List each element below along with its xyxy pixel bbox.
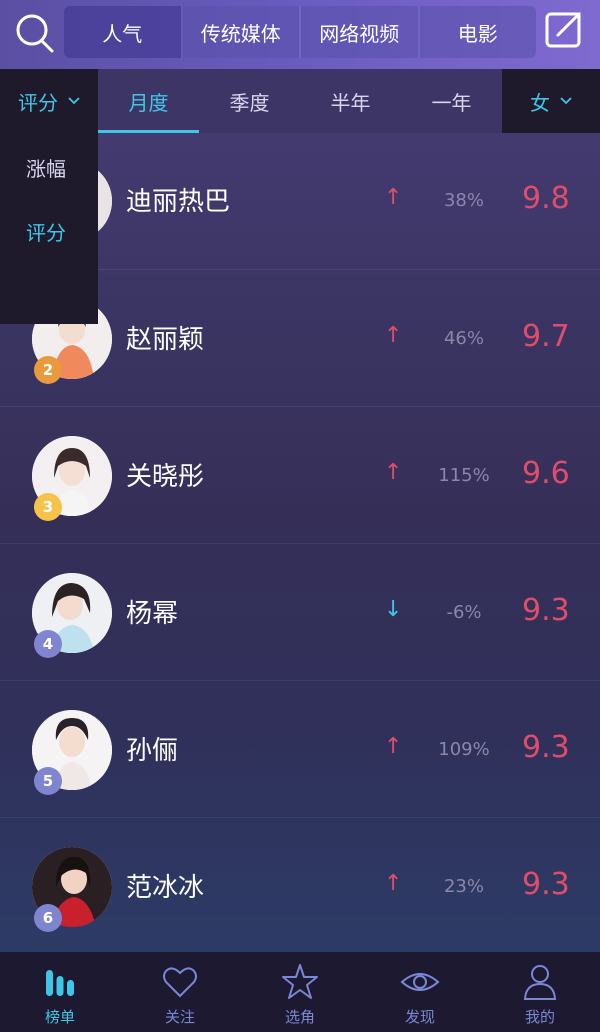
ranking-row[interactable]: 5 孙俪 ↑ 109% 9.3 — [0, 681, 600, 818]
celebrity-name: 范冰冰 — [126, 873, 205, 903]
nav-follow[interactable]: 关注 — [120, 952, 240, 1032]
ranking-row[interactable]: 6 范冰冰 ↑ 23% 9.3 — [0, 818, 600, 955]
sort-option-increase[interactable]: 涨幅 — [26, 153, 66, 182]
change-percent: 109% — [438, 739, 490, 760]
tab-movies[interactable]: 电影 — [419, 6, 536, 58]
bottom-nav: 榜单 关注 选角 发现 我的 — [0, 952, 600, 1032]
tab-quarterly[interactable]: 季度 — [199, 69, 300, 133]
trend-up-icon: ↑ — [384, 871, 403, 896]
score: 9.3 — [522, 867, 570, 902]
trend-up-icon: ↑ — [384, 185, 403, 210]
rank-medal: 5 — [34, 767, 62, 795]
sort-option-score[interactable]: 评分 — [26, 217, 66, 246]
change-percent: 46% — [443, 328, 484, 349]
rank-medal: 2 — [34, 356, 62, 384]
trend-down-icon: ↓ — [384, 597, 403, 622]
tab-half-year[interactable]: 半年 — [300, 69, 401, 133]
star-icon — [282, 964, 318, 999]
nav-label: 选角 — [284, 1008, 315, 1026]
nav-casting[interactable]: 选角 — [240, 952, 360, 1032]
celebrity-name: 杨幂 — [126, 599, 179, 629]
tab-online-video[interactable]: 网络视频 — [301, 6, 420, 58]
celebrity-name: 迪丽热巴 — [126, 187, 231, 217]
filter-bar: 评分 月度 季度 半年 一年 女 — [0, 69, 600, 133]
period-tabs: 月度 季度 半年 一年 — [98, 69, 502, 133]
nav-label: 榜单 — [44, 1008, 75, 1026]
nav-discover[interactable]: 发现 — [360, 952, 480, 1032]
share-external-icon — [545, 12, 581, 48]
nav-label: 关注 — [164, 1008, 195, 1026]
rank-medal: 6 — [34, 904, 62, 932]
eye-icon — [400, 973, 440, 991]
nav-rankings[interactable]: 榜单 — [0, 952, 120, 1032]
gender-dropdown-label: 女 — [530, 90, 550, 115]
heart-icon — [163, 967, 197, 998]
score: 9.3 — [522, 730, 570, 765]
chevron-down-icon — [560, 97, 572, 105]
score: 9.3 — [522, 593, 570, 628]
score: 9.6 — [522, 456, 570, 491]
search-icon — [16, 14, 54, 53]
share-button[interactable] — [544, 9, 584, 49]
tab-monthly[interactable]: 月度 — [98, 69, 199, 133]
top-bar: 人气 传统媒体 网络视频 电影 — [0, 0, 600, 69]
user-icon — [523, 965, 557, 1000]
ranking-row[interactable]: 3 关晓彤 ↑ 115% 9.6 — [0, 407, 600, 544]
trend-up-icon: ↑ — [384, 734, 403, 759]
rank-medal: 4 — [34, 630, 62, 658]
sort-dropdown[interactable]: 评分 — [0, 69, 98, 133]
rank-medal: 3 — [34, 493, 62, 521]
trend-up-icon: ↑ — [384, 460, 403, 485]
category-tabs: 人气 传统媒体 网络视频 电影 — [64, 6, 536, 58]
tab-traditional-media[interactable]: 传统媒体 — [182, 6, 301, 58]
tab-yearly[interactable]: 一年 — [401, 69, 502, 133]
score: 9.8 — [522, 181, 570, 216]
ranking-row[interactable]: 4 杨幂 ↓ -6% 9.3 — [0, 544, 600, 681]
sort-menu: 涨幅 评分 — [0, 133, 98, 324]
trend-up-icon: ↑ — [384, 323, 403, 348]
chevron-down-icon — [68, 97, 80, 105]
gender-dropdown[interactable]: 女 — [502, 69, 600, 133]
nav-label: 发现 — [404, 1008, 435, 1026]
search-button[interactable] — [12, 10, 58, 56]
change-percent: -6% — [446, 602, 482, 623]
chart-bars-icon — [46, 970, 74, 996]
tab-popularity[interactable]: 人气 — [64, 6, 183, 58]
celebrity-name: 赵丽颖 — [126, 325, 205, 355]
celebrity-name: 孙俪 — [126, 736, 179, 766]
score: 9.7 — [522, 319, 570, 354]
nav-profile[interactable]: 我的 — [480, 952, 600, 1032]
change-percent: 23% — [443, 876, 484, 897]
celebrity-name: 关晓彤 — [126, 462, 205, 492]
nav-label: 我的 — [524, 1008, 555, 1026]
change-percent: 38% — [443, 190, 484, 211]
change-percent: 115% — [438, 465, 490, 486]
sort-dropdown-label: 评分 — [18, 90, 58, 115]
